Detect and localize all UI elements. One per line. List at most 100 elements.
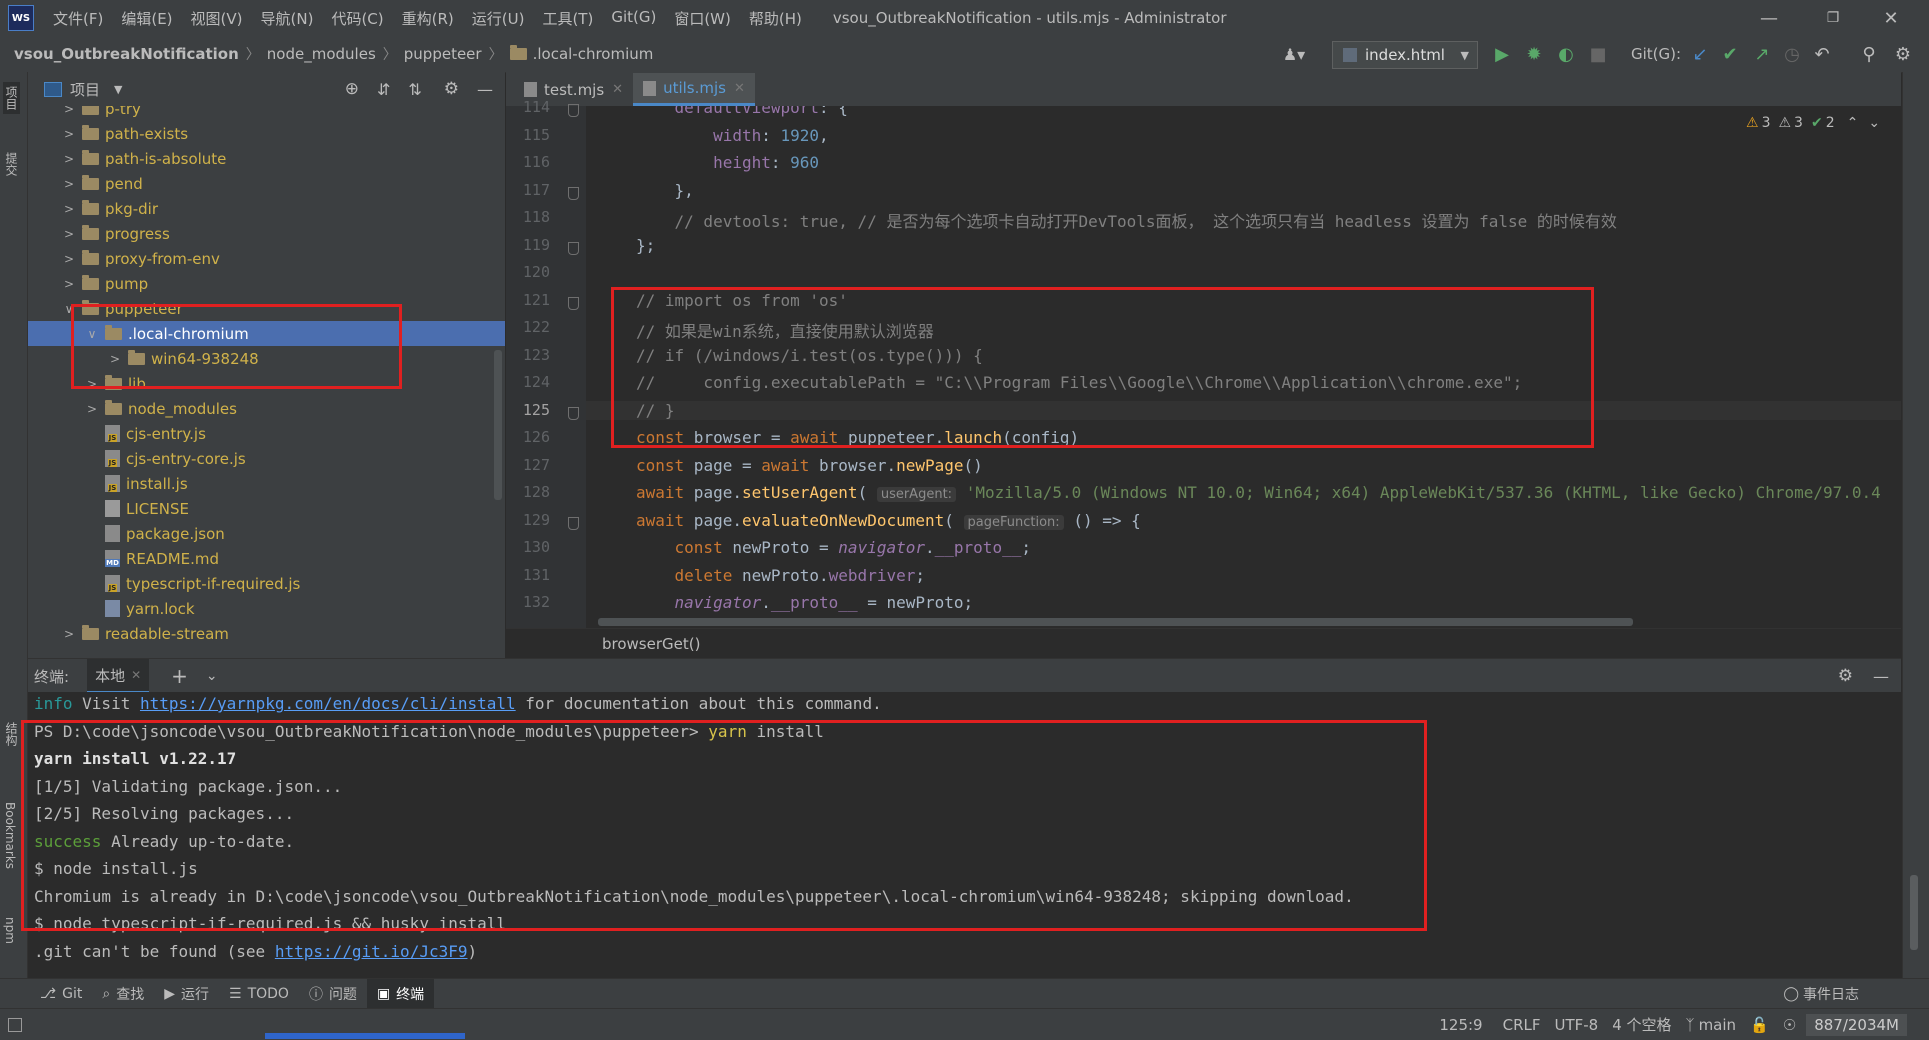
lock-icon[interactable]: 🔓 <box>1750 1016 1769 1034</box>
menu-item-1[interactable]: 编辑(E) <box>112 8 181 29</box>
tool-button[interactable]: ▶ 运行 <box>154 979 219 1009</box>
tool-npm[interactable]: npm <box>3 917 17 944</box>
event-log-button[interactable]: ◯ 事件日志 <box>1783 984 1859 1004</box>
tree-item[interactable]: ∨ puppeteer <box>28 296 505 321</box>
tool-project[interactable]: 项目 <box>3 82 20 114</box>
line-separator[interactable]: CRLF <box>1503 1016 1541 1034</box>
menu-item-3[interactable]: 导航(N) <box>252 8 323 29</box>
tool-commit[interactable]: 提交 <box>3 152 20 176</box>
coverage-icon[interactable]: ◐ <box>1552 36 1580 72</box>
inspection-widget[interactable]: ⚠ 3 ⚠ 3 ✔ 2 ⌃ ⌄ <box>1746 112 1880 134</box>
run-config-select[interactable]: index.html ▼ <box>1332 41 1478 69</box>
menu-item-0[interactable]: 文件(F) <box>44 8 112 29</box>
tree-item[interactable]: JS cjs-entry.js <box>28 421 505 446</box>
user-icon[interactable]: ♟▾ <box>1272 36 1316 72</box>
fold-marker-icon[interactable] <box>568 516 579 530</box>
tree-item[interactable]: > path-is-absolute <box>28 146 505 171</box>
tree-item[interactable]: JS cjs-entry-core.js <box>28 446 505 471</box>
chevron-right-icon[interactable]: > <box>62 277 76 291</box>
tree-item[interactable]: > pend <box>28 171 505 196</box>
fold-marker-icon[interactable] <box>568 406 579 420</box>
function-crumb[interactable]: browserGet() <box>602 635 700 653</box>
menu-item-9[interactable]: 窗口(W) <box>665 8 740 29</box>
tree-item[interactable]: > proxy-from-env <box>28 246 505 271</box>
fold-marker-icon[interactable] <box>568 296 579 310</box>
tool-button[interactable]: ⓘ 问题 <box>299 979 367 1009</box>
chevron-right-icon[interactable]: > <box>62 127 76 141</box>
collapse-all-icon[interactable]: ⇅ <box>408 80 421 99</box>
stop-icon[interactable]: ■ <box>1584 36 1612 72</box>
layout-toggle-icon[interactable] <box>8 1017 22 1032</box>
tree-item[interactable]: JS typescript-if-required.js <box>28 571 505 596</box>
expand-all-icon[interactable]: ⇵ <box>377 80 390 99</box>
tool-structure[interactable]: 结构 <box>3 722 20 746</box>
file-encoding[interactable]: UTF-8 <box>1555 1016 1599 1034</box>
tree-item[interactable]: JS install.js <box>28 471 505 496</box>
inspector-icon[interactable]: ☉ <box>1783 1016 1796 1034</box>
chevron-right-icon[interactable]: > <box>62 152 76 166</box>
tree-item[interactable]: > readable-stream <box>28 621 505 646</box>
chevron-right-icon[interactable]: > <box>62 227 76 241</box>
chevron-down-icon[interactable]: ▼ <box>114 83 122 96</box>
terminal-output[interactable]: info Visit https://yarnpkg.com/en/docs/c… <box>28 692 1901 978</box>
hide-panel-icon[interactable]: — <box>1873 667 1889 686</box>
close-icon[interactable]: ✕ <box>1868 0 1914 36</box>
git-update-icon[interactable]: ↙ <box>1688 36 1712 72</box>
editor-tab[interactable]: utils.mjs ✕ <box>633 73 755 106</box>
settings-gear-icon[interactable]: ⚙ <box>444 79 459 99</box>
menu-item-5[interactable]: 重构(R) <box>393 8 463 29</box>
tree-item[interactable]: > lib <box>28 371 505 396</box>
memory-indicator[interactable]: 887/2034M <box>1806 1013 1907 1036</box>
tool-button[interactable]: ▣ 终端 <box>366 979 435 1009</box>
menu-item-2[interactable]: 视图(V) <box>182 8 252 29</box>
tree-item[interactable]: yarn.lock <box>28 596 505 621</box>
rollback-icon[interactable]: ↶ <box>1810 36 1834 72</box>
menu-item-8[interactable]: Git(G) <box>602 8 665 29</box>
menu-item-4[interactable]: 代码(C) <box>322 8 392 29</box>
code-editor[interactable]: defaultViewport: { width: 1920, height: … <box>586 106 1901 628</box>
close-tab-icon[interactable]: ✕ <box>131 668 141 682</box>
tree-item[interactable]: package.json <box>28 521 505 546</box>
menu-item-6[interactable]: 运行(U) <box>463 8 534 29</box>
git-commit-icon[interactable]: ✔ <box>1718 36 1742 72</box>
fold-marker-icon[interactable] <box>568 241 579 255</box>
menu-item-7[interactable]: 工具(T) <box>533 8 602 29</box>
editor-horizontal-scrollbar[interactable] <box>598 618 1633 626</box>
tool-bookmarks[interactable]: Bookmarks <box>3 802 17 869</box>
tool-button[interactable]: ⎇ Git <box>30 979 92 1009</box>
search-icon[interactable]: ⚲ <box>1856 36 1882 72</box>
fold-marker-icon[interactable] <box>568 186 579 200</box>
tree-scrollbar[interactable] <box>494 350 502 500</box>
git-push-icon[interactable]: ↗ <box>1750 36 1774 72</box>
tool-button[interactable]: ☰ TODO <box>219 979 299 1009</box>
close-tab-icon[interactable]: ✕ <box>734 81 745 96</box>
caret-position[interactable]: 125:9 <box>1439 1016 1482 1034</box>
tree-item[interactable]: ∨ .local-chromium <box>28 321 505 346</box>
fold-marker-icon[interactable] <box>568 104 579 117</box>
git-branch[interactable]: main <box>1699 1016 1736 1034</box>
chevron-down-icon[interactable]: ⌄ <box>206 668 218 684</box>
chevron-down-icon[interactable]: ⌄ <box>1868 115 1880 131</box>
project-panel-title[interactable]: 项目 <box>70 79 100 100</box>
settings-gear-icon[interactable]: ⚙ <box>1838 666 1853 686</box>
minimize-icon[interactable]: — <box>1746 0 1792 36</box>
tree-item[interactable]: > pkg-dir <box>28 196 505 221</box>
chevron-right-icon[interactable]: > <box>62 106 76 116</box>
locate-icon[interactable]: ⊕ <box>345 79 359 99</box>
tree-item[interactable]: > node_modules <box>28 396 505 421</box>
chevron-right-icon[interactable]: > <box>85 402 99 416</box>
breadcrumb-item[interactable]: puppeteer <box>404 45 482 63</box>
chevron-right-icon[interactable]: > <box>62 252 76 266</box>
tree-item[interactable]: > p-try <box>28 106 505 121</box>
run-icon[interactable]: ▶ <box>1488 36 1516 72</box>
chevron-down-icon[interactable]: ∨ <box>62 302 76 316</box>
tree-item[interactable]: LICENSE <box>28 496 505 521</box>
tree-item[interactable]: MD README.md <box>28 546 505 571</box>
terminal-tab-local[interactable]: 本地 ✕ <box>87 659 150 693</box>
chevron-right-icon[interactable]: > <box>62 627 76 641</box>
breadcrumb-item[interactable]: .local-chromium <box>533 45 654 63</box>
chevron-right-icon[interactable]: > <box>62 202 76 216</box>
history-icon[interactable]: ◷ <box>1780 36 1804 72</box>
breadcrumb-item[interactable]: node_modules <box>267 45 376 63</box>
add-terminal-icon[interactable]: + <box>171 664 188 688</box>
